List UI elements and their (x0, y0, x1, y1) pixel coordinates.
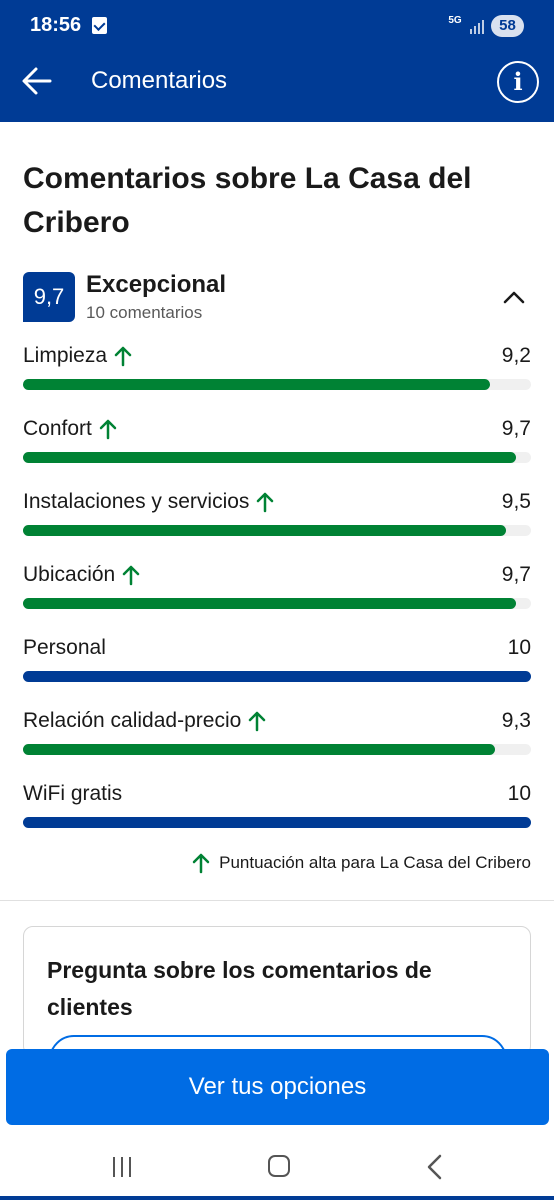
arrow-up-icon (114, 346, 132, 367)
score-bar-fill (23, 452, 516, 463)
category-name: Limpieza (23, 344, 108, 367)
app-header: 18:56 5G 58 Comentarios i (0, 0, 554, 122)
info-icon: i (513, 67, 523, 96)
back-button[interactable] (20, 64, 54, 98)
system-back-icon[interactable] (425, 1154, 445, 1180)
score-bar (23, 817, 531, 828)
score-bar-fill (23, 525, 506, 536)
category-row: Relación calidad-precio 9,3 (23, 709, 531, 771)
score-bar (23, 452, 531, 463)
arrow-up-icon (99, 419, 117, 440)
system-navigation-bar (0, 1130, 554, 1200)
chevron-up-icon (503, 291, 525, 304)
score-bar (23, 671, 531, 682)
page-title: Comentarios sobre La Casa del Cribero (23, 162, 472, 239)
high-score-note-text: Puntuación alta para La Casa del Cribero (219, 853, 531, 872)
info-button[interactable]: i (497, 61, 539, 103)
category-score: 10 (507, 782, 531, 805)
score-bar-fill (23, 671, 531, 682)
category-score: 9,5 (501, 490, 531, 513)
category-score: 10 (507, 636, 531, 659)
collapse-button[interactable] (502, 287, 526, 307)
category-row: Limpieza 9,2 (23, 344, 531, 406)
high-score-note: Puntuación alta para La Casa del Cribero (191, 852, 531, 874)
score-bar-fill (23, 817, 531, 828)
arrow-up-icon (122, 565, 140, 586)
category-score: 9,7 (501, 563, 531, 586)
score-bar (23, 379, 531, 390)
signal-icon (470, 18, 484, 34)
score-bar-fill (23, 379, 491, 390)
category-row: Ubicación 9,7 (23, 563, 531, 625)
section-divider (0, 900, 554, 901)
review-count: 10 comentarios (86, 303, 203, 322)
score-bar (23, 598, 531, 609)
score-badge: 9,7 (23, 272, 75, 322)
bottom-accent-line (0, 1196, 554, 1200)
category-row: WiFi gratis 10 (23, 782, 531, 844)
category-score: 9,2 (501, 344, 531, 367)
score-bar (23, 525, 531, 536)
arrow-up-icon (192, 853, 210, 874)
recent-apps-icon[interactable] (113, 1157, 137, 1177)
status-time: 18:56 (30, 14, 82, 36)
category-name: WiFi gratis (23, 782, 123, 805)
category-score: 9,7 (501, 417, 531, 440)
score-bar-fill (23, 744, 496, 755)
ask-reviews-title: Pregunta sobre los comentarios de client… (47, 957, 432, 1020)
see-options-button[interactable]: Ver tus opciones (6, 1049, 549, 1125)
category-name: Relación calidad-precio (23, 709, 242, 732)
category-row: Confort 9,7 (23, 417, 531, 479)
ask-reviews-card: Pregunta sobre los comentarios de client… (23, 926, 531, 1056)
category-name: Instalaciones y servicios (23, 490, 250, 513)
home-icon[interactable] (268, 1155, 290, 1177)
score-bar-fill (23, 598, 516, 609)
battery-indicator: 58 (491, 15, 524, 37)
category-name: Personal (23, 636, 106, 659)
checkbox-notification-icon (92, 17, 107, 34)
arrow-up-icon (257, 492, 274, 513)
score-bar (23, 744, 531, 755)
category-name: Confort (23, 417, 92, 440)
category-row: Instalaciones y servicios 9,5 (23, 490, 531, 552)
arrow-up-icon (249, 711, 266, 732)
category-name: Ubicación (23, 563, 116, 586)
page-header-title: Comentarios (91, 67, 228, 94)
score-label: Excepcional (86, 271, 227, 298)
network-type: 5G (448, 15, 462, 26)
arrow-left-icon (22, 67, 52, 95)
category-score: 9,3 (501, 709, 531, 732)
category-row: Personal 10 (23, 636, 531, 698)
